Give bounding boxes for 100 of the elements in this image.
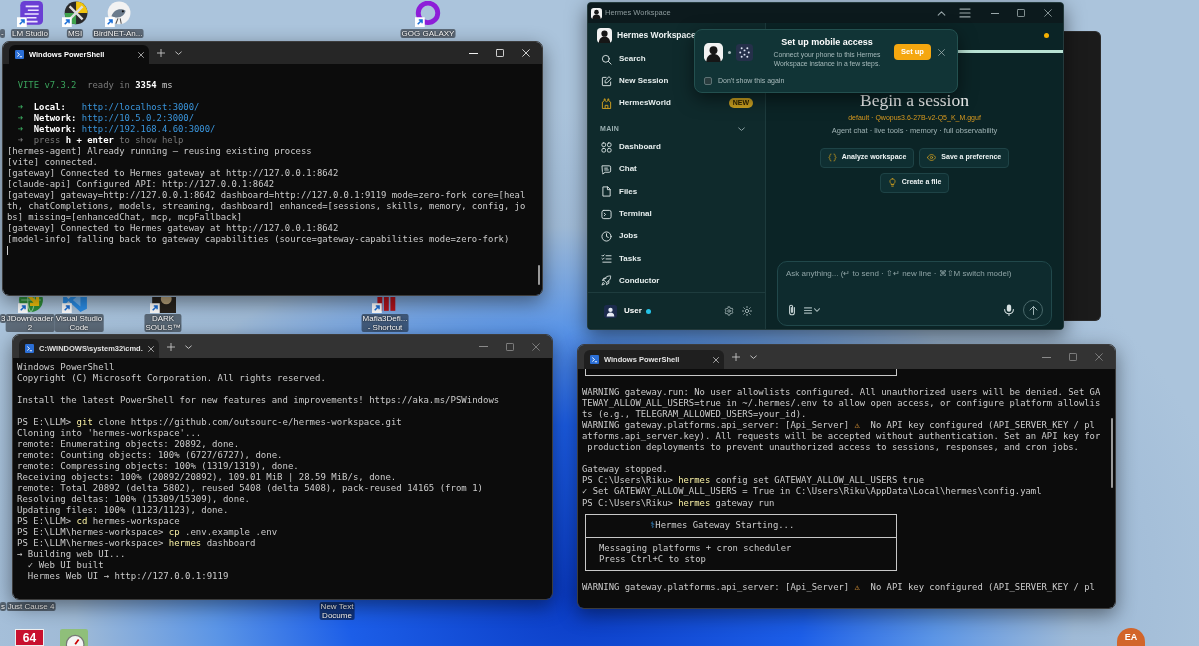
- plus-icon[interactable]: [732, 353, 740, 361]
- minimize-icon[interactable]: [469, 52, 478, 54]
- photo-placeholder[interactable]: [150, 297, 176, 313]
- nav-item[interactable]: Chat: [596, 158, 757, 181]
- chevron-down-icon[interactable]: [185, 344, 192, 349]
- caduceus-icon: ⚕: [650, 519, 656, 531]
- terminal-line: [claude-api] Configured API: http://127.0.0.1:8642: [7, 179, 275, 190]
- terminal-line: Press Ctrl+C to stop: [599, 553, 706, 565]
- terminal-line: ts (e.g., TELEGRAM_ALLOWED_USERS=your_id).: [582, 409, 807, 421]
- terminal-line: remote: Total 20892 (delta 5802), reused 5408 (delta 5408), pack-reused 14165 (from 1): [17, 483, 483, 495]
- banner-title: Hermes Gateway Starting...: [655, 519, 795, 531]
- terminal-icon: [601, 208, 612, 220]
- terminal-line: remote: Counting objects: 100% (6727/6727), done.: [17, 449, 283, 461]
- close-icon[interactable]: [713, 356, 719, 363]
- terminal-line: WARNING gateway.platforms.api_server: [Api_Server] ⚠ No API key configured (API_SERVER_KEY / pl: [582, 420, 1095, 432]
- number-tile[interactable]: 64: [15, 629, 44, 646]
- message-input[interactable]: Ask anything... (↵ to send · ⇧↵ new line · ⌘⇧M switch model): [786, 269, 1043, 291]
- paperclip-icon[interactable]: [788, 304, 796, 316]
- building-icon: [601, 97, 612, 109]
- sun-icon[interactable]: [742, 306, 752, 317]
- chevron-down-icon[interactable]: [175, 51, 182, 55]
- popup-title: Set up mobile access: [781, 37, 873, 48]
- braces-icon: [827, 153, 837, 162]
- user-name: User: [624, 305, 642, 318]
- terminal-line: PS C:\Users\Riku> hermes config set GATEWAY_ALLOW_ALL_USERS true: [582, 475, 924, 487]
- microphone-icon[interactable]: [1004, 304, 1014, 316]
- disc-icon[interactable]: [62, 1, 88, 27]
- terminal-line: PS E:\LLM\hermes-workspace> cp .env.example .env: [17, 527, 278, 539]
- minimize-icon[interactable]: [991, 12, 999, 14]
- close-icon[interactable]: [148, 345, 154, 352]
- maximize-icon[interactable]: [1017, 9, 1025, 17]
- scrollbar-thumb[interactable]: [1111, 418, 1113, 488]
- plus-icon[interactable]: [157, 49, 165, 57]
- file-icon: [601, 186, 612, 198]
- avatar-icon[interactable]: [604, 304, 617, 318]
- nav-item[interactable]: Files: [596, 180, 757, 203]
- icon-label: DARK SOULS™: [144, 314, 182, 332]
- logo-icon: [597, 27, 612, 43]
- terminal-line: ✓ Set GATEWAY_ALLOW_ALL_USERS = True in C:\Users\Riku\AppData\Local\hermes\config.yaml: [582, 486, 1042, 498]
- settings-icon[interactable]: [724, 306, 734, 317]
- nav-item[interactable]: Terminal: [596, 202, 757, 226]
- nav-item[interactable]: Conductor: [596, 269, 757, 293]
- bird-icon[interactable]: [105, 1, 131, 27]
- lines-icon[interactable]: [17, 1, 43, 27]
- terminal-line: Receiving objects: 100% (20892/20892), 109.01 MiB | 28.59 MiB/s, done.: [17, 471, 397, 483]
- terminal-line: ➜ Network: http://10.5.0.2:3000/: [16, 113, 195, 124]
- heading: Begin a session: [860, 92, 969, 110]
- nav-item[interactable]: Search: [596, 48, 757, 70]
- nav-item[interactable]: Dashboard: [596, 136, 757, 159]
- terminal-line: [gateway] Connected to Hermes gateway at http://127.0.0.1:8642: [7, 168, 339, 179]
- chevron-down-icon[interactable]: [750, 355, 757, 359]
- scrollbar-thumb[interactable]: [538, 265, 540, 285]
- icon-label: Visual Studio Code: [54, 314, 104, 332]
- icon-label: JDownloader 2: [5, 314, 55, 332]
- terminal-line: [gateway] gateway=http://127.0.0.1:8642 dashboard=http://127.0.0.1:9119 mode=zero-fork core=[heal: [7, 190, 526, 201]
- plus-icon[interactable]: [167, 342, 175, 351]
- terminal-line: [vite] connected.: [7, 157, 98, 168]
- lightbulb-icon: [887, 178, 897, 187]
- terminal-line: remote: Compressing objects: 100% (1319/1319), done.: [17, 460, 299, 472]
- terminal-line: Gateway stopped.: [582, 464, 668, 476]
- nav-item[interactable]: Tasks: [596, 247, 757, 270]
- search-icon: [601, 53, 612, 65]
- terminal-line: ➜ Network: http://192.168.4.60:3000/: [16, 124, 216, 135]
- speech-bubble-icon: [601, 163, 612, 175]
- terminal-line: Copyright (C) Microsoft Corporation. All rights reserved.: [17, 372, 326, 384]
- terminal-prompt-icon: [25, 344, 34, 353]
- terminal-line: bs] missing=[enhancedChat, mcp, mcpFallback]: [7, 212, 243, 223]
- terminal-line: PS E:\LLM\hermes-workspace> hermes dashboard: [17, 538, 256, 550]
- close-icon[interactable]: [138, 51, 144, 58]
- logo-icon: [591, 7, 602, 19]
- ring-icon[interactable]: [414, 1, 442, 27]
- nav-item[interactable]: Jobs: [596, 225, 757, 248]
- checkbox[interactable]: [704, 77, 712, 86]
- dots-grid-icon: [736, 44, 753, 61]
- terminal-line: WARNING gateway.run: No user allowlists configured. All unauthorized users will be denied. Set GA: [582, 387, 1101, 399]
- terminal-line: PS E:\LLM> git clone https://github.com/outsourc-e/hermes-workspace.git: [17, 416, 402, 428]
- close-icon[interactable]: [1044, 9, 1052, 17]
- gauge-icon[interactable]: [60, 629, 88, 646]
- close-icon[interactable]: [937, 49, 945, 56]
- terminal-line: [hermes-agent] Already running — reusing existing process: [7, 146, 312, 157]
- checklist-icon: [601, 253, 612, 265]
- icon-label: New Text Docume: [319, 602, 355, 620]
- terminal-line: ➜ press h + enter to show help: [16, 135, 184, 146]
- terminal-line: th, chatCompletions, models, streaming, dashboard] enhanced=[sessions, skills, memory, config, jo: [7, 201, 526, 212]
- icon-label: -: [0, 29, 5, 38]
- terminal-prompt-icon: [15, 50, 24, 59]
- ribbon-icon[interactable]: [62, 297, 88, 313]
- icon-label: Mafia3Defi... - Shortcut: [361, 314, 409, 332]
- terminal-line: VITE v7.3.2 ready in 3354 ms: [16, 80, 173, 91]
- terminal-line: production deployments to prevent unauthorized access to sessions, responses, and cron jobs.: [586, 442, 1079, 454]
- chevron-up-icon[interactable]: [937, 10, 946, 16]
- model-select-button[interactable]: [804, 306, 820, 314]
- grid-icon: [601, 141, 612, 153]
- eye-icon: [927, 153, 937, 162]
- menu-icon[interactable]: [959, 8, 971, 18]
- chevron-down-icon[interactable]: [738, 127, 745, 131]
- terminal-line: PS C:\Users\Riku> hermes gateway run: [582, 497, 775, 509]
- compose-icon: [601, 75, 612, 87]
- logo-badge[interactable]: EA: [1117, 628, 1145, 646]
- message-box[interactable]: Ask anything... (↵ to send · ⇧↵ new line · ⌘⇧M switch model): [777, 261, 1052, 326]
